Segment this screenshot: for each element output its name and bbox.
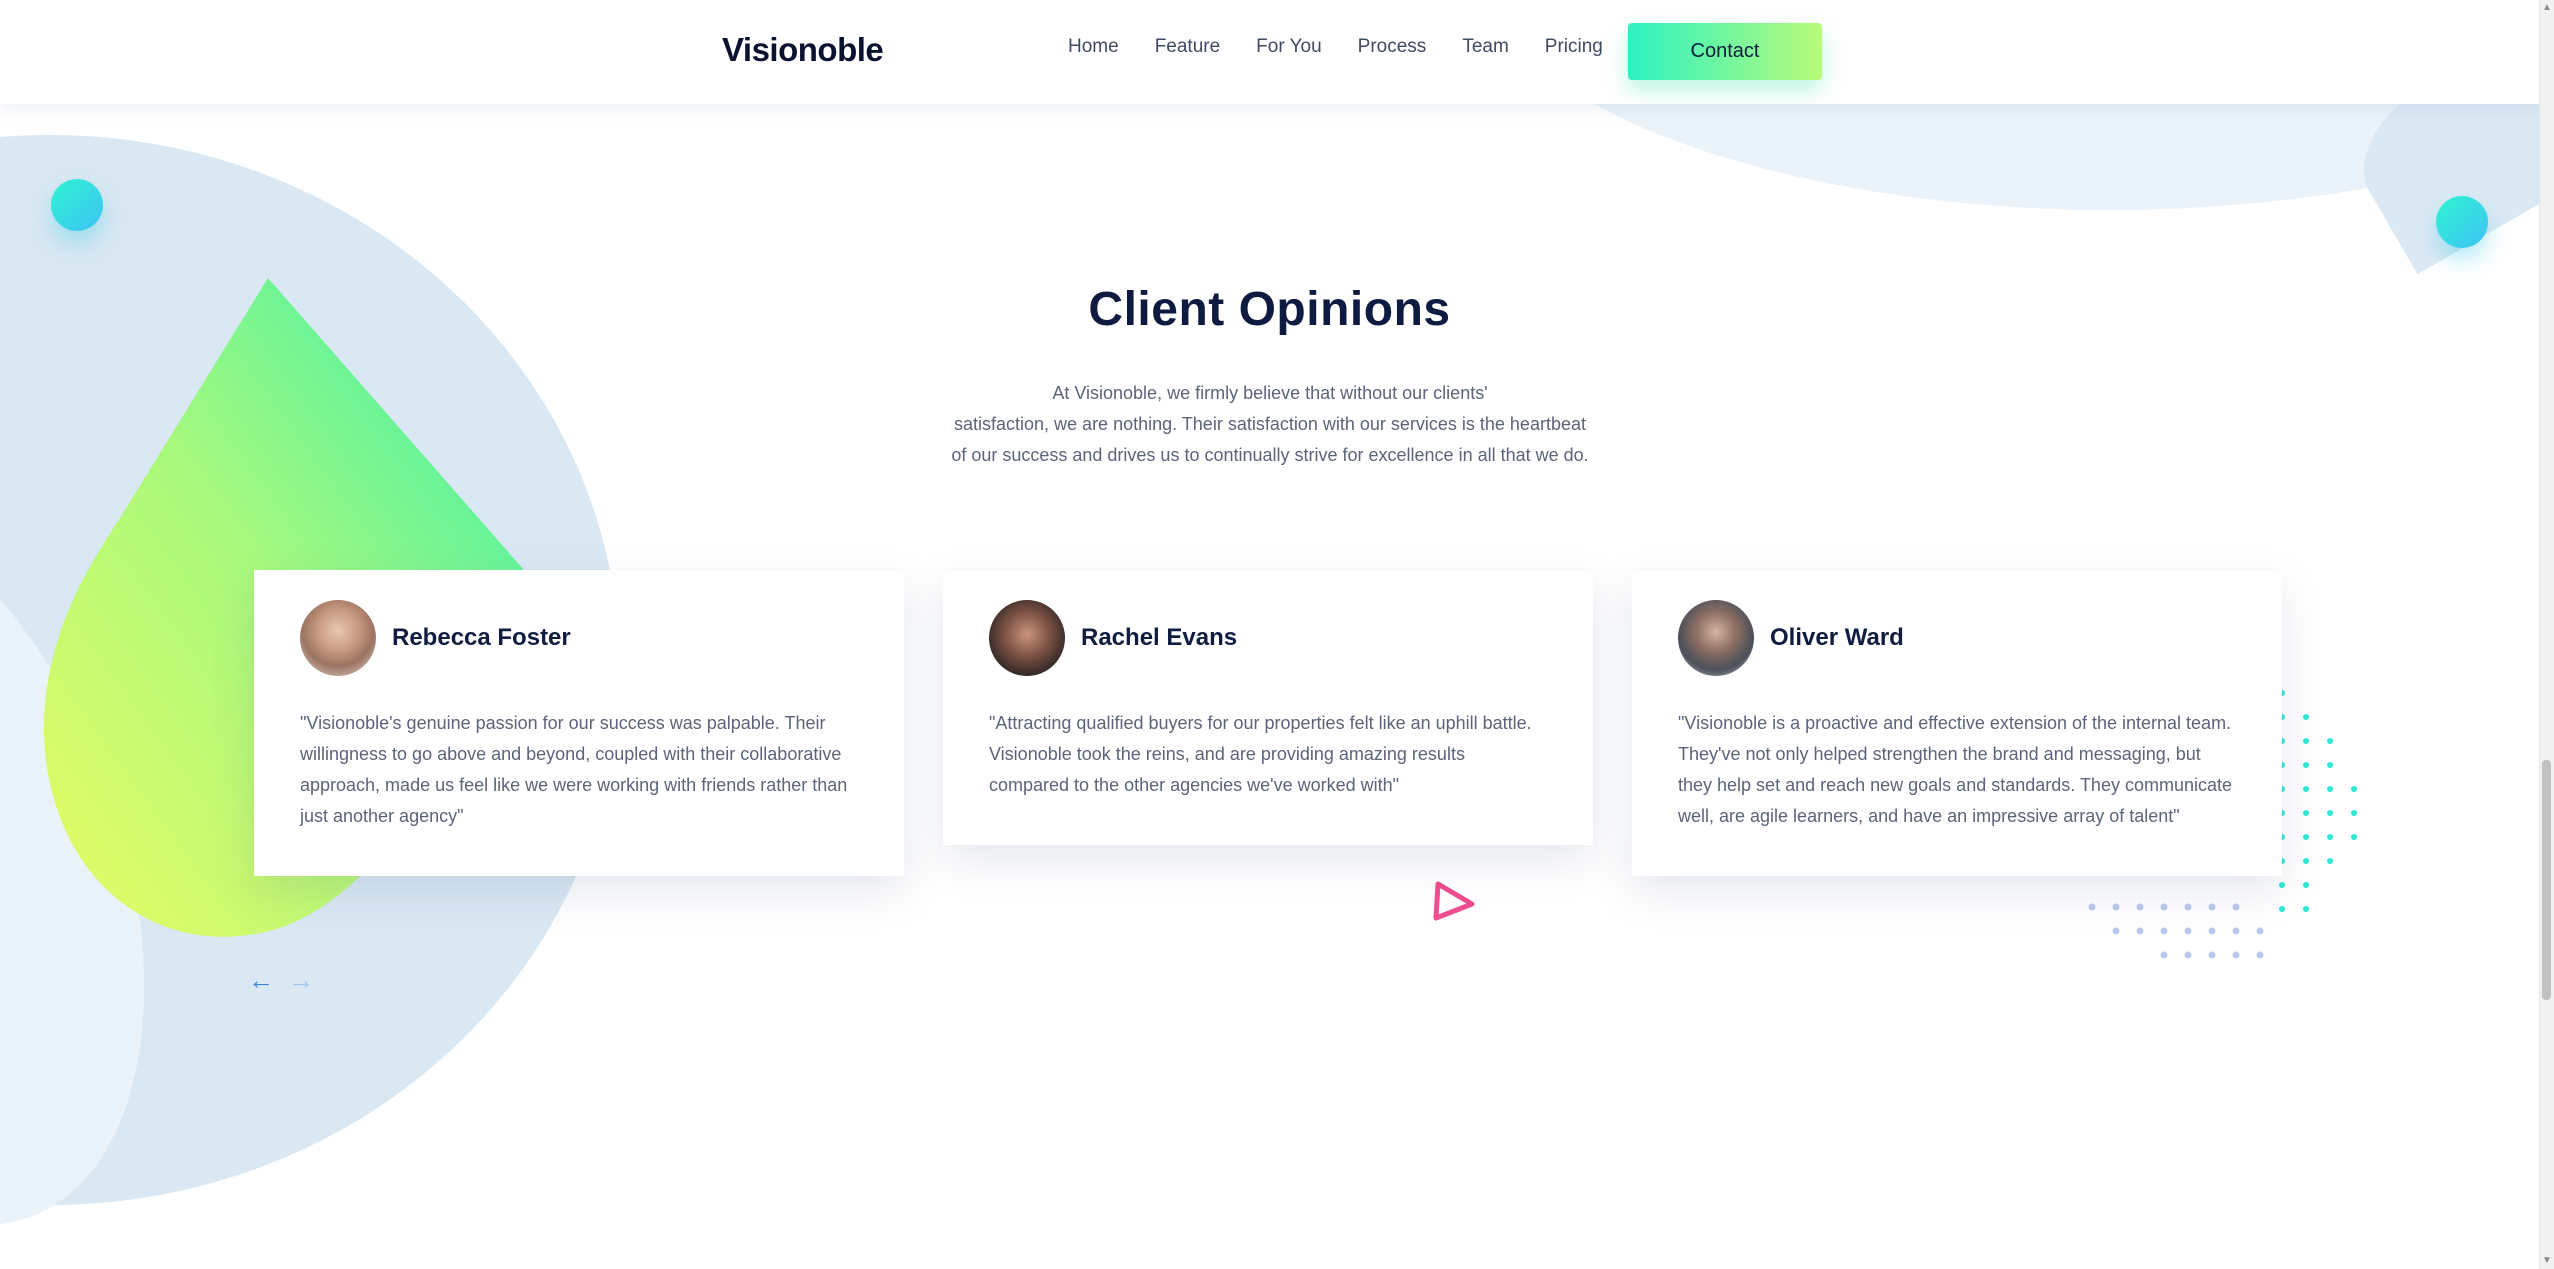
- decorative-circle: [51, 179, 103, 231]
- main-nav: Home Feature For You Process Team Pricin…: [1068, 36, 1639, 58]
- page: Visionoble Home Feature For You Process …: [0, 0, 2539, 1269]
- scroll-up-icon[interactable]: ▲: [2542, 2, 2552, 14]
- nav-item-process[interactable]: Process: [1358, 36, 1427, 58]
- nav-item-team[interactable]: Team: [1462, 36, 1508, 58]
- testimonial-quote: "Visionoble's genuine passion for our su…: [300, 713, 848, 826]
- nav-item-feature[interactable]: Feature: [1155, 36, 1220, 58]
- testimonial-quote: "Attracting qualified buyers for our pro…: [989, 713, 1532, 795]
- scroll-down-icon[interactable]: ▼: [2542, 1255, 2552, 1267]
- description-line: At Visionoble, we firmly believe that wi…: [1052, 383, 1488, 403]
- avatar: [989, 600, 1065, 676]
- section-title: Client Opinions: [1088, 283, 1451, 336]
- scrollbar-thumb[interactable]: [2542, 760, 2551, 1000]
- testimonial-header: Rebecca Foster: [300, 600, 858, 676]
- contact-button[interactable]: Contact: [1628, 23, 1822, 80]
- testimonial-quote: "Visionoble is a proactive and effective…: [1678, 713, 2233, 826]
- section-description: At Visionoble, we firmly believe that wi…: [920, 378, 1620, 471]
- nav-item-for-you[interactable]: For You: [1256, 36, 1322, 58]
- testimonial-card: Rachel Evans "Attracting qualified buyer…: [943, 570, 1593, 845]
- client-name: Oliver Ward: [1770, 624, 1904, 651]
- arrow-left-icon[interactable]: ←: [248, 965, 274, 995]
- client-name: Rachel Evans: [1081, 624, 1238, 651]
- avatar: [1678, 600, 1754, 676]
- nav-item-pricing[interactable]: Pricing: [1545, 36, 1603, 58]
- description-line: satisfaction, we are nothing. Their sati…: [954, 414, 1586, 434]
- triangle-decoration: [1433, 881, 1475, 921]
- arrow-right-icon[interactable]: →: [288, 965, 314, 995]
- testimonial-card: Rebecca Foster "Visionoble's genuine pas…: [254, 570, 904, 876]
- testimonial-card: Oliver Ward "Visionoble is a proactive a…: [1632, 570, 2282, 876]
- description-line: of our success and drives us to continua…: [951, 445, 1589, 465]
- testimonial-header: Oliver Ward: [1678, 600, 2236, 676]
- decorative-circle: [2436, 196, 2488, 248]
- logo[interactable]: Visionoble: [722, 31, 884, 69]
- client-name: Rebecca Foster: [392, 624, 571, 651]
- avatar: [300, 600, 376, 676]
- testimonial-header: Rachel Evans: [989, 600, 1547, 676]
- site-header: Visionoble Home Feature For You Process …: [0, 0, 2539, 104]
- nav-item-home[interactable]: Home: [1068, 36, 1119, 58]
- scrollbar[interactable]: ▲ ▼: [2539, 0, 2554, 1269]
